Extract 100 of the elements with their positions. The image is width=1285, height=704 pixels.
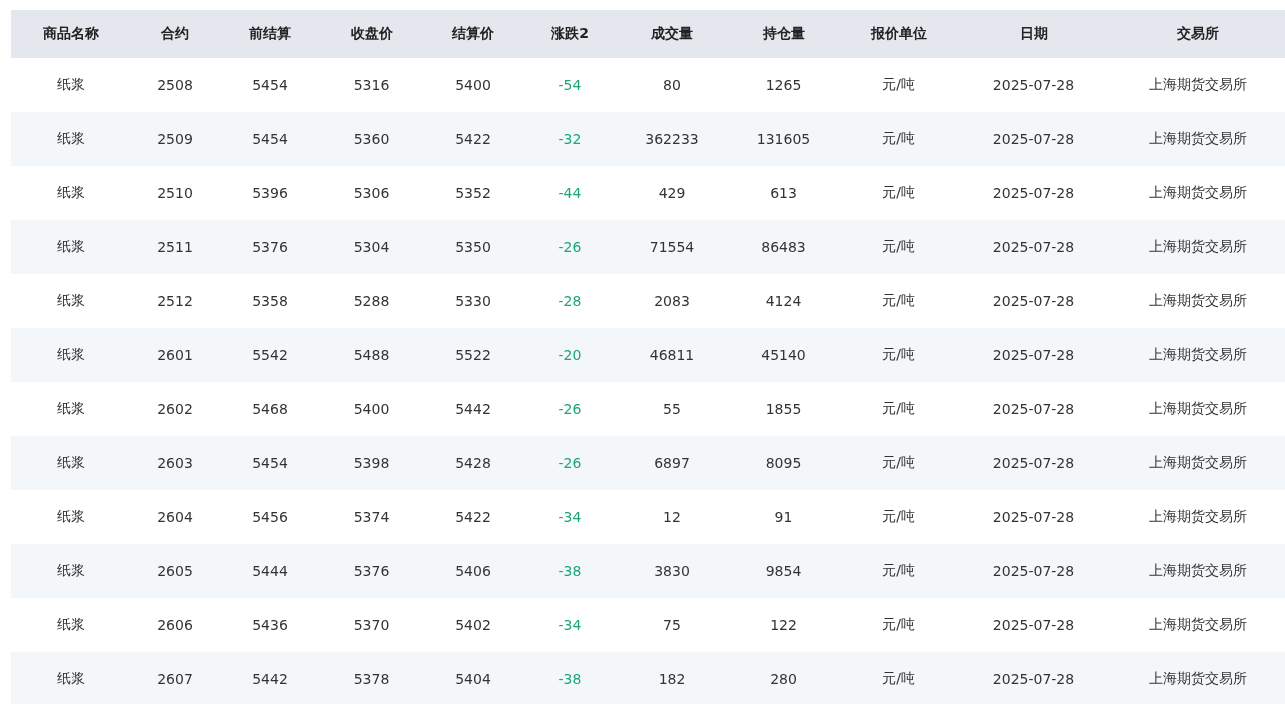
table-cell: 2025-07-28	[957, 166, 1110, 220]
table-cell: 2603	[130, 436, 220, 490]
table-cell: 5378	[320, 652, 423, 704]
table-cell: 131605	[727, 112, 840, 166]
column-header: 商品名称	[11, 10, 130, 58]
table-cell: 上海期货交易所	[1110, 58, 1285, 112]
table-cell: -26	[523, 382, 617, 436]
table-cell: 元/吨	[840, 328, 957, 382]
column-header: 合约	[130, 10, 220, 58]
table-cell: 元/吨	[840, 598, 957, 652]
table-cell: 5306	[320, 166, 423, 220]
table-cell: 元/吨	[840, 220, 957, 274]
column-header: 涨跌2	[523, 10, 617, 58]
table-cell: 5288	[320, 274, 423, 328]
table-cell: 12	[617, 490, 727, 544]
table-cell: -28	[523, 274, 617, 328]
table-cell: 2025-07-28	[957, 436, 1110, 490]
table-cell: 2509	[130, 112, 220, 166]
table-cell: 5522	[423, 328, 523, 382]
table-cell: 86483	[727, 220, 840, 274]
table-cell: 2025-07-28	[957, 490, 1110, 544]
table-cell: 上海期货交易所	[1110, 598, 1285, 652]
table-cell: 362233	[617, 112, 727, 166]
table-cell: 2025-07-28	[957, 328, 1110, 382]
table-cell: 纸浆	[11, 598, 130, 652]
table-cell: 80	[617, 58, 727, 112]
table-cell: 上海期货交易所	[1110, 544, 1285, 598]
table-cell: 5398	[320, 436, 423, 490]
table-cell: 5404	[423, 652, 523, 704]
table-cell: 5304	[320, 220, 423, 274]
table-cell: 上海期货交易所	[1110, 328, 1285, 382]
table-cell: -34	[523, 598, 617, 652]
table-cell: 上海期货交易所	[1110, 166, 1285, 220]
table-cell: 纸浆	[11, 112, 130, 166]
table-cell: 纸浆	[11, 166, 130, 220]
table-cell: 5358	[220, 274, 320, 328]
table-cell: -26	[523, 436, 617, 490]
table-cell: 上海期货交易所	[1110, 220, 1285, 274]
table-cell: 122	[727, 598, 840, 652]
table-cell: -26	[523, 220, 617, 274]
table-cell: 上海期货交易所	[1110, 274, 1285, 328]
table-cell: 5468	[220, 382, 320, 436]
table-cell: 2025-07-28	[957, 652, 1110, 704]
table-cell: 上海期货交易所	[1110, 490, 1285, 544]
table-cell: 上海期货交易所	[1110, 652, 1285, 704]
table-cell: 5456	[220, 490, 320, 544]
table-cell: -38	[523, 652, 617, 704]
table-cell: 9854	[727, 544, 840, 598]
table-cell: 5376	[220, 220, 320, 274]
table-cell: 纸浆	[11, 544, 130, 598]
table-cell: 8095	[727, 436, 840, 490]
table-cell: 2512	[130, 274, 220, 328]
table-cell: 5316	[320, 58, 423, 112]
table-cell: 纸浆	[11, 382, 130, 436]
table-cell: 5454	[220, 436, 320, 490]
table-cell: 2602	[130, 382, 220, 436]
table-cell: 5360	[320, 112, 423, 166]
table-cell: -44	[523, 166, 617, 220]
column-header: 交易所	[1110, 10, 1285, 58]
table-cell: 2025-07-28	[957, 58, 1110, 112]
table-cell: 182	[617, 652, 727, 704]
table-cell: 5374	[320, 490, 423, 544]
table-cell: 55	[617, 382, 727, 436]
table-cell: 3830	[617, 544, 727, 598]
table-cell: 5422	[423, 112, 523, 166]
table-cell: 元/吨	[840, 490, 957, 544]
table-cell: 纸浆	[11, 328, 130, 382]
column-header: 结算价	[423, 10, 523, 58]
table-cell: 2607	[130, 652, 220, 704]
table-cell: -54	[523, 58, 617, 112]
table-cell: 5442	[220, 652, 320, 704]
table-cell: 46811	[617, 328, 727, 382]
table-cell: 上海期货交易所	[1110, 436, 1285, 490]
table-cell: 元/吨	[840, 58, 957, 112]
table-cell: 元/吨	[840, 652, 957, 704]
table-cell: 5396	[220, 166, 320, 220]
table-cell: 纸浆	[11, 490, 130, 544]
column-header: 报价单位	[840, 10, 957, 58]
table-cell: -20	[523, 328, 617, 382]
table-cell: -32	[523, 112, 617, 166]
table-cell: 5350	[423, 220, 523, 274]
table-cell: 2025-07-28	[957, 598, 1110, 652]
table-cell: 5370	[320, 598, 423, 652]
table-cell: 上海期货交易所	[1110, 112, 1285, 166]
table-cell: 5488	[320, 328, 423, 382]
table-cell: 5400	[423, 58, 523, 112]
table-cell: 280	[727, 652, 840, 704]
table-cell: 5400	[320, 382, 423, 436]
table-cell: 2601	[130, 328, 220, 382]
table-cell: 2605	[130, 544, 220, 598]
table-cell: 元/吨	[840, 436, 957, 490]
table-cell: 429	[617, 166, 727, 220]
table-cell: 2508	[130, 58, 220, 112]
column-header: 日期	[957, 10, 1110, 58]
table-cell: 纸浆	[11, 274, 130, 328]
table-cell: 5454	[220, 58, 320, 112]
table-cell: 2025-07-28	[957, 544, 1110, 598]
table-cell: 91	[727, 490, 840, 544]
table-cell: 5444	[220, 544, 320, 598]
table-cell: 元/吨	[840, 274, 957, 328]
